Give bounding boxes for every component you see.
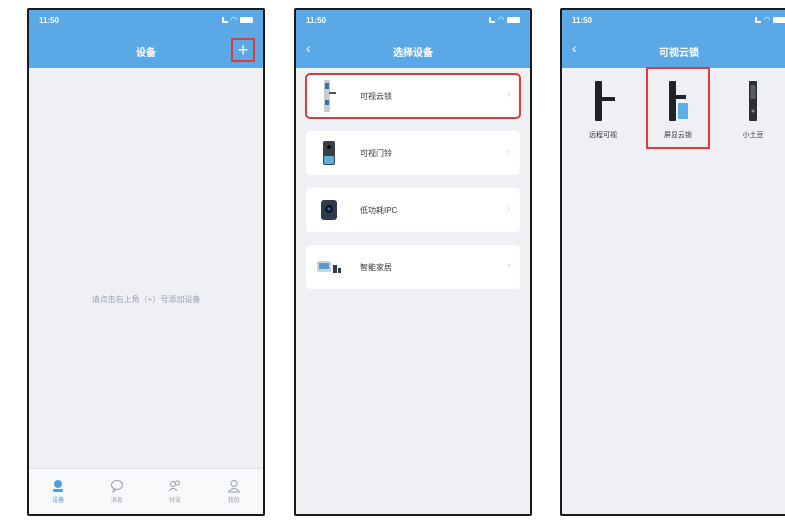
status-time: 11:50 [306,16,327,25]
keypad-lock-icon [738,78,768,124]
header-bar: 11:50 ◠ ‹ 可视云锁 [562,10,785,68]
status-bar: 11:50 ◠ [39,16,253,28]
chevron-right-icon: › [507,260,510,270]
signal-icon [221,17,228,23]
page-title: 选择设备 [393,48,433,59]
device-type-label: 低功耗IPC [360,205,398,215]
tab-messages[interactable]: 消息 [97,479,137,504]
doorbell-icon [316,136,342,170]
chevron-right-icon: › [507,146,510,156]
lock-model-label: 远程可视 [589,132,617,139]
status-bar: 11:50 ◠ [306,16,520,28]
lock-model-label: 小土豆 [742,132,764,139]
device-type-label: 可视云锁 [360,91,392,101]
device-type-label: 可视门铃 [360,148,392,158]
phone-screen-select-device: 11:50 ◠ ‹ 选择设备 可视云锁 › 可视门铃 › 低功耗IPC › 智能… [294,8,532,516]
status-time: 11:50 [572,16,593,25]
tab-friends[interactable]: 好友 [155,479,195,504]
device-type-list: 可视云锁 › 可视门铃 › 低功耗IPC › 智能家居 › [305,73,521,302]
wifi-icon: ◠ [230,15,237,24]
device-type-label: 智能家居 [360,262,392,272]
page-title: 可视云锁 [659,48,699,59]
plus-icon: + [237,40,249,60]
lock-model-item[interactable]: 小土豆 [722,68,784,148]
device-icon [53,480,64,492]
tab-label: 设备 [52,498,65,504]
chevron-right-icon: › [507,89,510,99]
signal-icon [488,17,495,23]
status-time: 11:50 [39,16,60,25]
device-type-item[interactable]: 智能家居 › [306,245,520,289]
tab-label: 我的 [227,498,240,504]
device-type-item[interactable]: 可视云锁 › [305,73,521,119]
profile-icon [227,480,241,493]
wifi-icon: ◠ [763,15,770,24]
status-icons: ◠ [754,15,785,24]
tab-bar: 设备 消息 好友 我的 [29,468,263,514]
tab-label: 消息 [110,498,123,504]
battery-icon [773,17,785,23]
chevron-right-icon: › [507,203,510,213]
device-type-item[interactable]: 可视门铃 › [306,131,520,175]
status-icons: ◠ [221,15,253,24]
tab-devices[interactable]: 设备 [38,479,78,504]
device-type-item[interactable]: 低功耗IPC › [306,188,520,232]
battery-icon [507,17,520,23]
tab-label: 好友 [169,498,182,504]
header-bar: 11:50 ◠ 设备 + [29,10,263,68]
lock-model-item[interactable]: 屏显云锁 [646,67,710,149]
smart-home-icon [316,250,342,284]
tab-profile[interactable]: 我的 [214,479,254,504]
message-icon [110,480,123,493]
lock-model-label: 屏显云锁 [664,132,692,139]
empty-state-message: 请点击右上角（+）号添加设备 [91,295,201,304]
signal-icon [754,17,761,23]
status-bar: 11:50 ◠ [572,16,785,28]
camera-icon [316,193,342,227]
smart-lock-icon [316,79,342,113]
lock-model-item[interactable]: 远程可视 [572,68,634,148]
phone-screen-visual-lock: 11:50 ◠ ‹ 可视云锁 远程可视 屏显云锁 小土豆 [560,8,785,516]
status-icons: ◠ [488,15,520,24]
add-device-button[interactable]: + [231,38,255,62]
friends-icon [168,480,181,492]
battery-icon [240,17,253,23]
screen-lock-icon [663,78,693,124]
page-title: 设备 [136,48,156,59]
wifi-icon: ◠ [497,15,504,24]
lever-lock-icon [588,78,618,124]
header-bar: 11:50 ◠ ‹ 选择设备 [296,10,530,68]
lock-model-grid: 远程可视 屏显云锁 小土豆 [562,67,785,150]
phone-screen-devices: 11:50 ◠ 设备 + 请点击右上角（+）号添加设备 设备 消息 好友 我的 [27,8,265,516]
